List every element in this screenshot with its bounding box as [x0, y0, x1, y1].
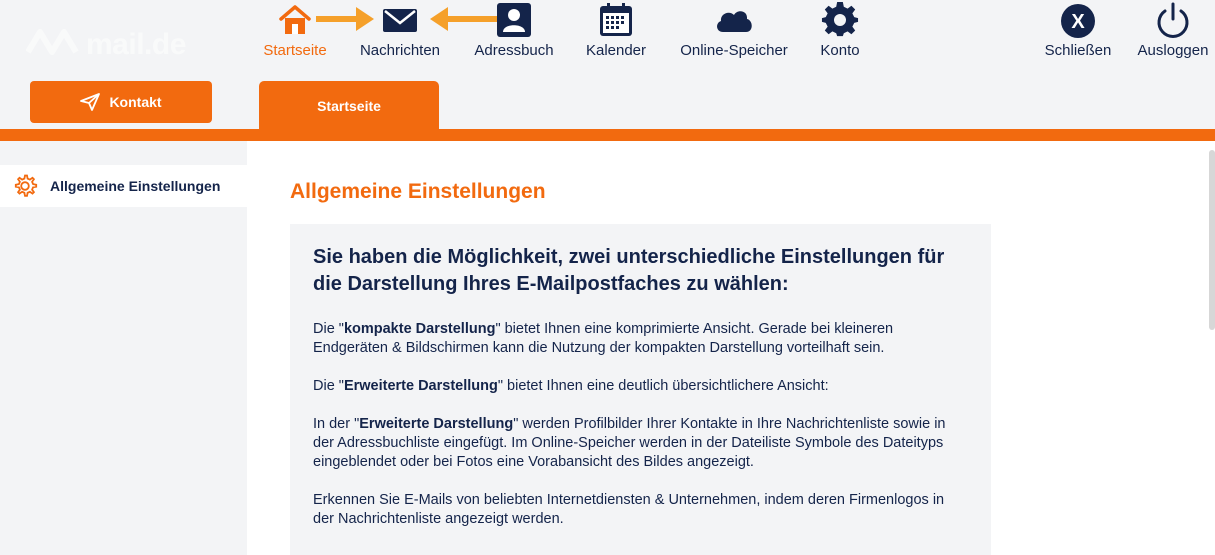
tab-label: Startseite [317, 98, 381, 114]
info-box: Sie haben die Möglichkeit, zwei untersch… [290, 224, 991, 555]
nav-label: Ausloggen [1137, 42, 1209, 59]
home-icon [279, 5, 311, 34]
nav-label: Schließen [1044, 42, 1112, 59]
nav-label: Adressbuch [474, 42, 554, 59]
scrollbar-thumb[interactable] [1209, 150, 1215, 330]
contact-card-icon [497, 3, 531, 37]
kontakt-button[interactable]: Kontakt [30, 81, 212, 123]
envelope-icon [383, 9, 417, 32]
info-paragraph-erweitert: Die "Erweiterte Darstellung" bietet Ihne… [313, 378, 829, 394]
sidebar-item-allgemeine-einstellungen[interactable]: Allgemeine Einstellungen [0, 165, 247, 207]
nav-label: Online-Speicher [680, 42, 788, 59]
page-title: Allgemeine Einstellungen [290, 180, 546, 203]
gear-outline-icon [14, 174, 38, 197]
kontakt-button-label: Kontakt [109, 94, 162, 110]
send-icon [80, 93, 101, 111]
nav-label: Startseite [263, 42, 327, 59]
tab-bar-divider [0, 129, 1215, 141]
close-circle-icon: X [1061, 4, 1095, 38]
power-icon [1157, 2, 1189, 38]
info-heading: Sie haben die Möglichkeit, zwei untersch… [313, 246, 945, 295]
nav-online-speicher[interactable]: Online-Speicher [674, 0, 794, 59]
gear-icon [821, 1, 859, 37]
nav-schliessen[interactable]: X Schließen [1041, 0, 1115, 59]
logo[interactable]: mail.de [26, 22, 206, 64]
tab-startseite[interactable]: Startseite [259, 81, 439, 131]
nav-ausloggen[interactable]: Ausloggen [1134, 0, 1212, 59]
nav-konto[interactable]: Konto [817, 0, 863, 59]
nav-label: Konto [820, 42, 860, 59]
logo-mark-icon [26, 29, 79, 55]
nav-label: Kalender [585, 42, 647, 59]
nav-label: Nachrichten [359, 42, 441, 59]
logo-text: mail.de [86, 28, 186, 61]
calendar-icon [600, 3, 632, 36]
info-paragraph-kompakt: Die "kompakte Darstellung" bietet Ihnen … [313, 321, 894, 356]
svg-text:X: X [1071, 11, 1085, 33]
nav-kalender[interactable]: Kalender [583, 0, 649, 59]
cloud-icon [717, 11, 752, 32]
sidebar-item-label: Allgemeine Einstellungen [50, 178, 221, 194]
info-paragraph-logos: Erkennen Sie E-Mails von beliebten Inter… [313, 492, 945, 527]
info-paragraph-erweitert-details: In der "Erweiterte Darstellung" werden P… [313, 416, 946, 470]
nav-adressbuch[interactable]: Adressbuch [471, 0, 557, 59]
